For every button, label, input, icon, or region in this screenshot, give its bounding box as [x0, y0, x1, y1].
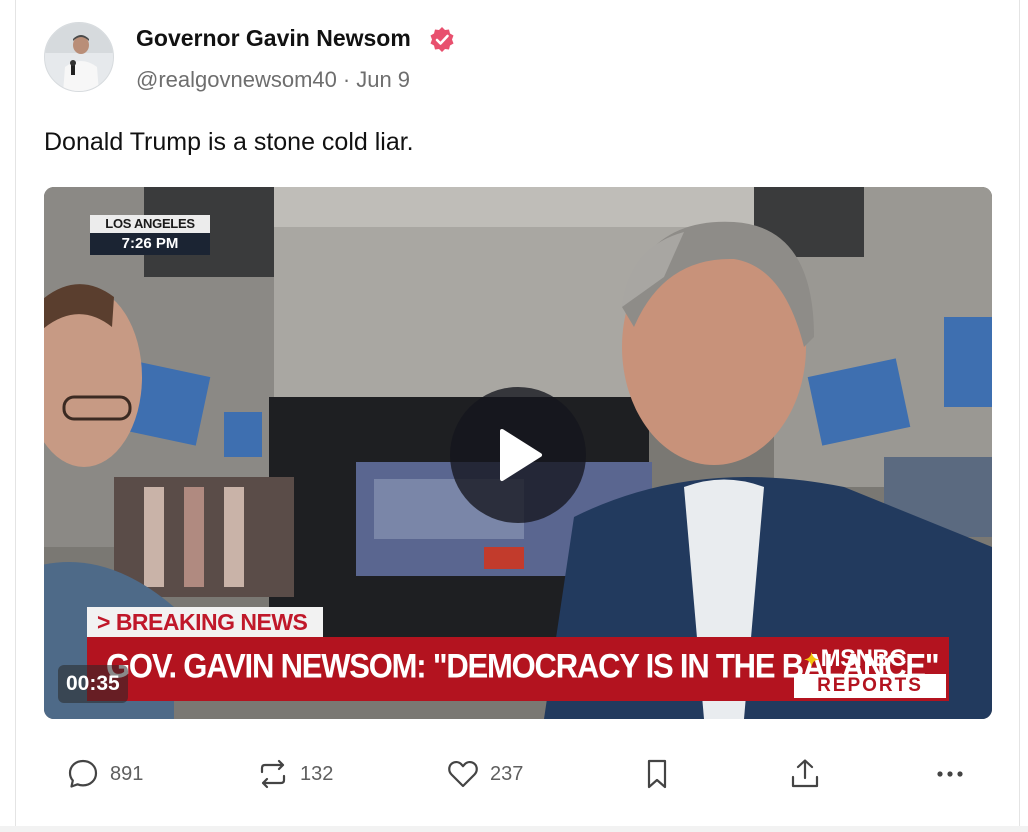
post-text: Donald Trump is a stone cold liar.	[44, 128, 414, 156]
repost-arrows-icon	[260, 759, 286, 789]
avatar[interactable]	[44, 22, 114, 92]
share-button[interactable]	[788, 756, 822, 792]
author-name[interactable]: Governor Gavin Newsom	[136, 25, 411, 52]
play-icon	[500, 429, 542, 481]
avatar-image	[45, 23, 113, 91]
network-sub-label: REPORTS	[794, 674, 946, 698]
handle-line: @realgovnewsom40 · Jun 9	[136, 67, 410, 93]
network-logo: ✦MSNBC	[804, 645, 907, 673]
bookmark-button[interactable]	[640, 756, 674, 792]
heart-icon	[448, 760, 478, 788]
action-bar: 891 132 237	[0, 750, 1028, 800]
bookmark-icon	[647, 759, 667, 789]
like-count: 237	[490, 762, 524, 785]
verified-badge-icon	[430, 27, 454, 52]
separator: ·	[342, 67, 351, 92]
play-button[interactable]	[450, 387, 586, 523]
location-time-box: LOS ANGELES 7:26 PM	[90, 215, 210, 255]
author-handle[interactable]: @realgovnewsom40	[136, 67, 337, 92]
peacock-icon: ✦	[804, 650, 819, 670]
video-player[interactable]: LOS ANGELES 7:26 PM > BREAKING NEWS GOV.…	[44, 187, 992, 719]
more-dots-icon	[937, 771, 963, 777]
divider	[0, 826, 1028, 832]
network-name: MSNBC	[820, 645, 907, 672]
repost-button[interactable]: 132	[256, 756, 333, 792]
like-button[interactable]: 237	[446, 756, 523, 792]
reply-count: 891	[110, 762, 144, 785]
location-label: LOS ANGELES	[90, 215, 210, 233]
speech-bubble-icon	[68, 759, 98, 788]
time-label: 7:26 PM	[90, 233, 210, 255]
more-button[interactable]	[933, 756, 967, 792]
share-upload-icon	[791, 759, 819, 788]
video-duration: 00:35	[58, 665, 128, 703]
breaking-news-label: > BREAKING NEWS	[87, 607, 323, 637]
reply-button[interactable]: 891	[66, 756, 143, 792]
post-date[interactable]: Jun 9	[356, 67, 410, 92]
repost-count: 132	[300, 762, 334, 785]
